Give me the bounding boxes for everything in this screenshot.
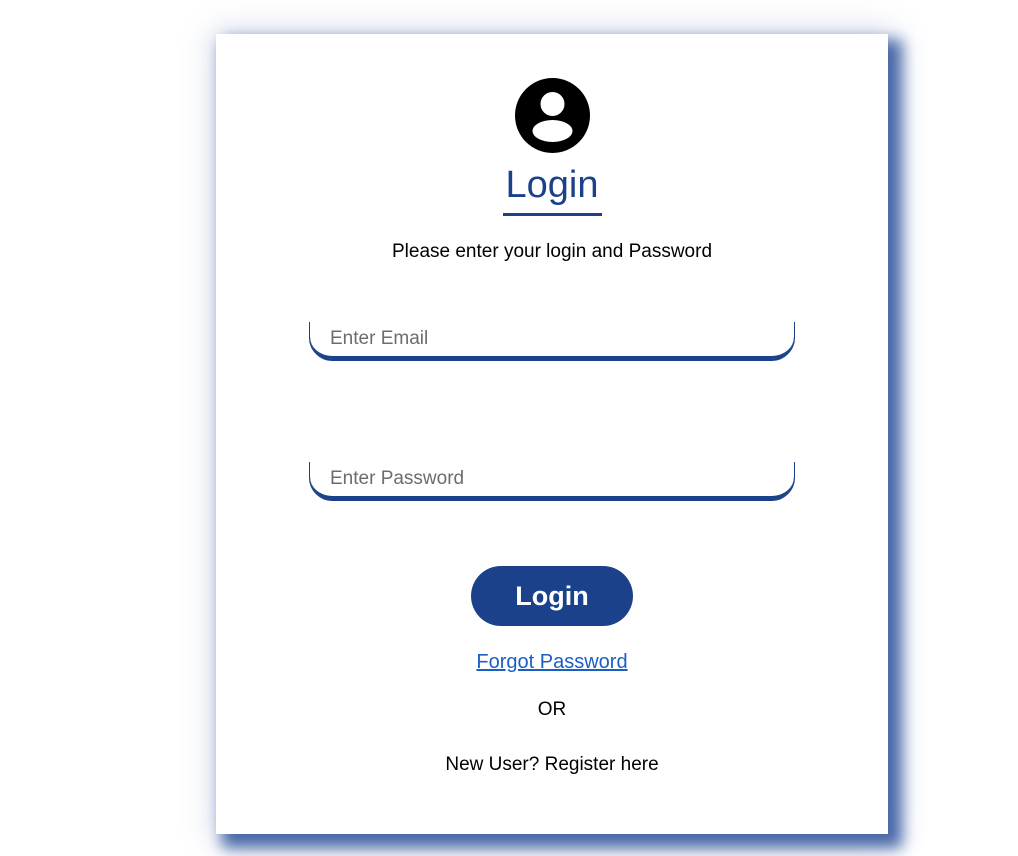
forgot-password-link[interactable]: Forgot Password — [476, 651, 627, 673]
title-underline — [503, 213, 602, 216]
login-instructions: Please enter your login and Password — [391, 241, 713, 262]
login-card: Login Please enter your login and Passwo… — [216, 34, 888, 834]
forgot-password-container: Forgot Password — [216, 651, 888, 674]
user-circle-icon — [515, 78, 590, 153]
password-field[interactable] — [310, 461, 794, 499]
page-title: Login — [505, 164, 599, 206]
login-button[interactable]: Login — [471, 566, 633, 626]
email-field[interactable] — [310, 321, 794, 359]
or-divider-text: OR — [537, 699, 567, 720]
register-link[interactable]: New User? Register here — [216, 754, 888, 776]
